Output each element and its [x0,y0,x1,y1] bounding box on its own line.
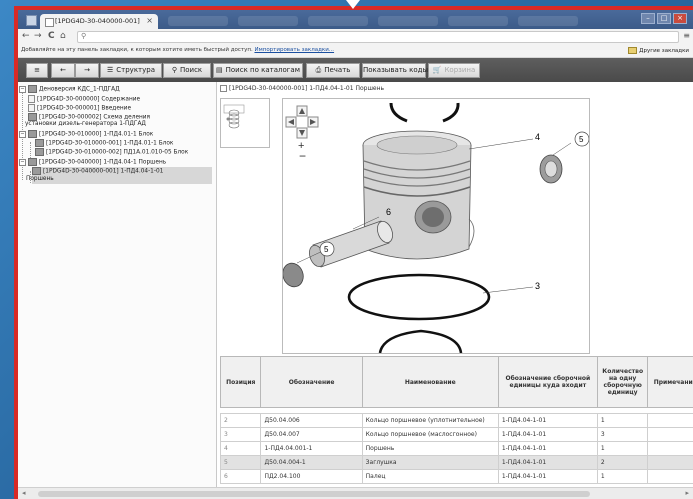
print-button[interactable]: ⎙ Печать [306,63,360,78]
image-icon [28,130,37,138]
scroll-thumb[interactable] [38,491,590,497]
bookmarks-bar: Добавляйте на эту панель закладки, к кот… [18,44,693,58]
callout-6: 6 [386,207,391,217]
tree-item[interactable]: [1PDG4D-30-000001] Введение [28,104,131,113]
import-bookmarks-link[interactable]: Импортировать закладки... [254,47,334,53]
image-icon [28,113,37,121]
content-area: − Деноверсия КДС_1-ПДГАД [1PDG4D-30-00000… [18,82,693,487]
home-icon[interactable]: ⌂ [60,31,66,41]
assembly-drawing[interactable]: 4 5 6 5 3 [282,98,590,354]
tree-item[interactable]: [1PDG4D-30-010000-002] ПД1А.01.010-05 Бл… [35,148,188,157]
col-position[interactable]: Позиция [220,356,262,408]
address-bar-row: ← → C ⌂ ⚲ ≡ [18,29,693,44]
background-tab [168,16,228,26]
list-icon: ☰ [106,66,114,74]
maximize-icon[interactable]: □ [657,13,671,24]
folder-icon [628,47,638,54]
tree-root[interactable]: − Деноверсия КДС_1-ПДГАД [19,85,120,94]
parts-table: Позиция Обозначение Наименование Обознач… [220,356,693,487]
table-row[interactable]: 2 Д50.04.006 Кольцо поршневое (уплотнитель… [220,413,693,428]
tree-item[interactable]: − [1PDG4D-30-010000] 1-ПД4.01-1 Блок [19,130,153,139]
callout-3: 3 [535,281,540,291]
image-icon [32,167,41,175]
forward-nav-icon[interactable]: → [34,31,42,41]
structure-tree: − Деноверсия КДС_1-ПДГАД [1PDG4D-30-00000… [18,82,217,487]
window-controls: – □ × [641,13,687,24]
background-tab [448,16,508,26]
url-field[interactable]: ⚲ [77,31,679,43]
bookmarks-hint: Добавляйте на эту панель закладки, к кот… [21,47,335,53]
document-icon [28,95,35,103]
browser-menu-icon[interactable]: ≡ [683,31,690,40]
image-icon [28,158,37,166]
image-icon [35,139,44,147]
show-codes-button[interactable]: Показывать коды [362,63,428,78]
table-header-row: Позиция Обозначение Наименование Обознач… [220,356,693,408]
search-button[interactable]: ⚲ Поиск [163,63,211,78]
zoom-pan-controls: + − [285,104,319,163]
browser-tab[interactable]: [1PDG4D-30-040000-001] × [40,14,158,29]
document-icon [28,104,35,112]
cart-icon: 🛒 [432,66,442,74]
close-window-icon[interactable]: × [673,13,687,24]
tree-item[interactable]: [1PDG4D-30-010000-001] 1-ПД4.01-1 Блок [35,139,173,148]
scroll-right-icon[interactable]: ▸ [685,489,689,497]
catalog-icon: ▤ [216,66,223,74]
col-parent[interactable]: Обозначение сборочной единицы куда входи… [497,356,598,408]
callout-4: 4 [535,132,540,142]
minimize-icon[interactable]: – [641,13,655,24]
menu-button[interactable]: ≡ [26,63,48,78]
background-tab [378,16,438,26]
tree-item[interactable]: − [1PDG4D-30-040000] 1-ПД4.04-1 Поршень [19,158,166,167]
catalog-search-button[interactable]: ▤ Поиск по каталогам [213,63,303,78]
tab-strip: [1PDG4D-30-040000-001] × – □ × [18,10,693,29]
back-nav-icon[interactable]: ← [22,31,30,41]
callout-5a: 5 [579,135,584,144]
callout-5b: 5 [324,245,329,254]
background-tab [308,16,368,26]
browser-window: [1PDG4D-30-040000-001] × – □ × ← → C ⌂ ⚲… [18,10,693,499]
table-row[interactable]: 6 ПД2.04.100 Палец 1-ПД4.04-1-01 1 [220,469,693,484]
page-icon [45,18,54,27]
col-code[interactable]: Обозначение [260,356,363,408]
tree-item-cont[interactable]: установки дизель-генератора 1-ПДГАД [25,121,146,128]
search-icon: ⚲ [81,32,87,40]
horizontal-scrollbar[interactable]: ◂ ▸ [18,487,693,499]
tab-title: [1PDG4D-30-040000-001] [55,17,140,25]
background-tab [518,16,578,26]
table-row-selected[interactable]: 5 Д50.04.004-1 Заглушка 1-ПД4.04-1-01 2 [220,455,693,470]
forward-button[interactable]: → [75,63,99,78]
drawing-thumbnail[interactable] [220,98,270,148]
col-qty[interactable]: Количество на одну сборочную единицу [596,356,649,408]
col-name[interactable]: Наименование [361,356,499,408]
other-bookmarks[interactable]: Другие закладки [628,47,689,54]
table-row[interactable]: 3 Д50.04.007 Кольцо поршневое (маслосгонно… [220,427,693,442]
table-row[interactable]: 4 1-ПД4.04.001-1 Поршень 1-ПД4.04-1-01 1 [220,441,693,456]
scroll-left-icon[interactable]: ◂ [22,489,26,497]
reload-icon[interactable]: C [48,31,55,41]
tree-item-selected[interactable]: [1PDG4D-30-040000-001] 1-ПД4.04-1-01 Порш… [26,167,212,184]
close-tab-icon[interactable]: × [146,16,153,25]
image-icon [220,85,227,92]
col-note[interactable]: Примечание [647,356,693,408]
image-icon [35,148,44,156]
breadcrumb: [1PDG4D-30-040000-001] 1-ПД4.04-1-01 Пор… [220,85,384,92]
cart-button[interactable]: 🛒 Корзина [428,63,480,78]
app-menu-icon[interactable] [26,15,37,26]
background-tab [238,16,298,26]
printer-icon: ⎙ [315,66,322,74]
main-panel: [1PDG4D-30-040000-001] 1-ПД4.04-1-01 Пор… [217,82,693,487]
zoom-out-button: − [299,149,306,162]
catalog-icon [28,85,37,93]
tree-item[interactable]: [1PDG4D-30-000000] Содержание [28,95,140,104]
back-button[interactable]: ← [51,63,75,78]
pointer-marker [346,0,360,9]
app-toolbar: ≡ ← → ☰ Структура ⚲ Поиск ▤ Поиск по катало… [18,58,693,82]
structure-button[interactable]: ☰ Структура [100,63,162,78]
search-icon: ⚲ [171,66,177,74]
